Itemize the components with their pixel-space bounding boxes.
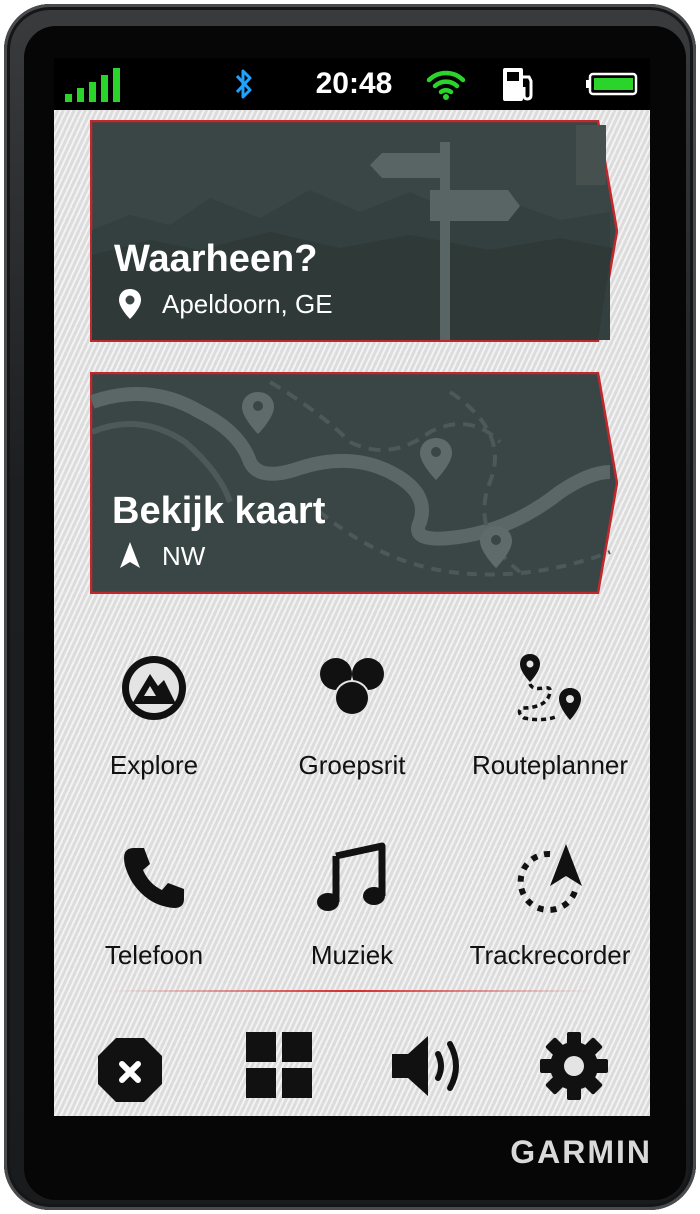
brand-logo: GARMIN <box>510 1134 652 1170</box>
volume-icon <box>390 1036 466 1106</box>
app-label: Trackrecorder <box>469 940 631 970</box>
volume-button[interactable] <box>390 1030 466 1106</box>
where-to-location: Apeldoorn, GE <box>118 288 333 320</box>
explore-icon <box>118 652 190 724</box>
app-track-recorder[interactable]: Trackrecorder <box>450 842 650 992</box>
view-map-heading-text: NW <box>162 540 206 571</box>
fuel-icon <box>498 64 538 104</box>
where-to-title: Waarheen? <box>114 238 318 280</box>
where-to-button[interactable]: Waarheen? Apeldoorn, GE <box>90 120 618 342</box>
route-planner-icon <box>514 652 586 724</box>
view-map-heading: NW <box>118 540 205 572</box>
phone-icon <box>118 842 190 914</box>
status-time: 20:48 <box>315 67 393 100</box>
wifi-icon <box>426 66 466 102</box>
divider <box>112 990 592 992</box>
settings-button[interactable] <box>538 1030 614 1106</box>
settings-gear-icon <box>538 1032 610 1106</box>
home-screen: Waarheen? Apeldoorn, GE Bekijk kaart NW … <box>54 110 650 1116</box>
location-pin-icon <box>118 288 146 320</box>
view-map-button[interactable]: Bekijk kaart NW <box>90 372 618 594</box>
app-label: Explore <box>109 750 199 780</box>
music-icon <box>316 842 388 914</box>
where-to-location-text: Apeldoorn, GE <box>162 288 333 319</box>
app-label: Muziek <box>310 940 394 970</box>
app-phone[interactable]: Telefoon <box>54 842 254 992</box>
bluetooth-icon <box>230 66 258 102</box>
track-recorder-icon <box>514 842 586 914</box>
app-route-planner[interactable]: Routeplanner <box>450 652 650 802</box>
status-bar: 20:48 <box>54 58 650 110</box>
apps-grid-icon <box>244 1032 316 1106</box>
app-label: Routeplanner <box>471 750 629 780</box>
stop-button[interactable] <box>94 1030 170 1106</box>
app-label: Groepsrit <box>298 750 406 780</box>
battery-icon <box>584 70 640 98</box>
app-explore[interactable]: Explore <box>54 652 254 802</box>
app-music[interactable]: Muziek <box>252 842 452 992</box>
apps-grid-button[interactable] <box>244 1030 320 1106</box>
view-map-title: Bekijk kaart <box>112 490 326 532</box>
stop-icon <box>94 1038 166 1110</box>
group-ride-icon <box>316 652 388 724</box>
signal-icon <box>62 64 126 104</box>
heading-arrow-icon <box>118 540 146 572</box>
app-label: Telefoon <box>104 940 204 970</box>
app-group-ride[interactable]: Groepsrit <box>252 652 452 802</box>
